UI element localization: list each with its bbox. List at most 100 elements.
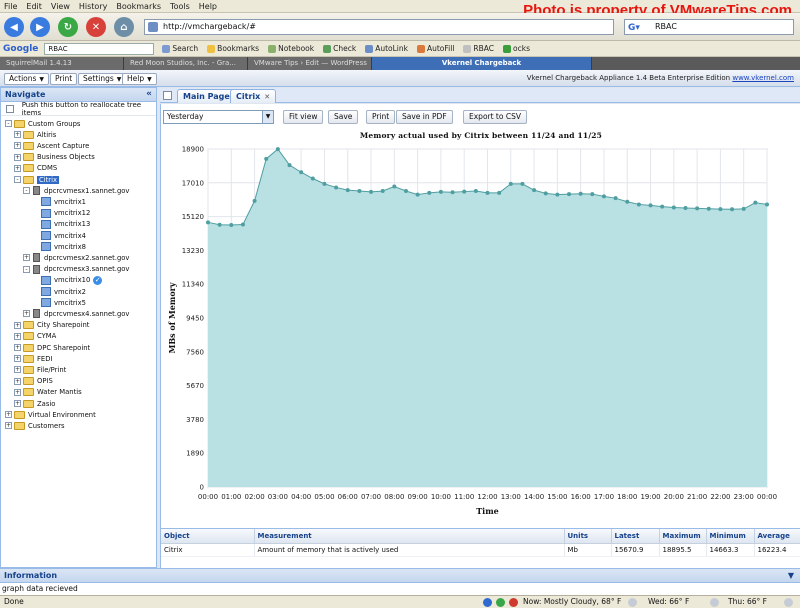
toolbar-check[interactable]: Check: [323, 44, 356, 53]
collapse-toggle-icon[interactable]: -: [14, 176, 21, 183]
tree-item[interactable]: + Water Mantis: [14, 387, 82, 398]
browser-search-input[interactable]: G▾ RBAC: [624, 19, 794, 35]
tab-checkbox[interactable]: [163, 91, 172, 100]
toolbar-notebook[interactable]: Notebook: [268, 44, 314, 53]
expand-toggle-icon[interactable]: +: [14, 344, 21, 351]
browser-tab-chargeback[interactable]: Vkernel Chargeback: [372, 57, 592, 70]
tree-item[interactable]: vmcitrix5: [32, 297, 86, 308]
tree-item[interactable]: vmcitrix10 ✓: [32, 275, 103, 286]
expand-toggle-icon[interactable]: +: [5, 411, 12, 419]
stop-icon[interactable]: ✕: [86, 17, 106, 37]
expand-toggle-icon[interactable]: +: [5, 422, 12, 430]
back-icon[interactable]: ◀: [4, 17, 24, 37]
menu-tools[interactable]: Tools: [170, 2, 190, 11]
tree-item[interactable]: vmcitrix4: [32, 230, 86, 241]
expand-toggle-icon[interactable]: +: [14, 366, 21, 374]
tree-item[interactable]: + FEDI: [14, 353, 52, 364]
tree-item-label: vmcitrix4: [54, 231, 86, 240]
tree-item[interactable]: + Business Objects: [14, 152, 95, 163]
tree-item[interactable]: + DPC Sharepoint: [14, 342, 90, 353]
tree-item[interactable]: + File/Print: [14, 364, 66, 375]
toolbar-autofill[interactable]: AutoFill: [416, 44, 454, 53]
tree-item[interactable]: - dpcrcvmesx1.sannet.gov: [23, 185, 129, 196]
tree-item[interactable]: + Ascent Capture: [14, 140, 89, 151]
tree-item[interactable]: + dpcrcvmesx4.sannet.gov: [23, 308, 129, 319]
google-toolbar-input[interactable]: RBAC: [44, 42, 155, 55]
tree-item[interactable]: - Custom Groups: [5, 118, 80, 129]
tree-item[interactable]: + Customers: [5, 420, 65, 431]
collapse-toggle-icon[interactable]: -: [23, 187, 30, 195]
col-units[interactable]: Units: [564, 529, 612, 544]
expand-toggle-icon[interactable]: +: [23, 254, 30, 262]
adblock-icon[interactable]: [496, 598, 505, 607]
tree-item[interactable]: vmcitrix8: [32, 241, 86, 252]
tree-item[interactable]: vmcitrix2: [32, 286, 86, 297]
browser-tab-wordpress[interactable]: VMware Tips › Edit — WordPress: [248, 57, 372, 70]
col-average[interactable]: Average: [754, 529, 800, 544]
col-maximum[interactable]: Maximum: [659, 529, 707, 544]
tree-item[interactable]: + CDMS: [14, 163, 57, 174]
tab-main-page[interactable]: Main Page: [177, 89, 236, 103]
help-button[interactable]: Help ▼: [122, 73, 157, 85]
browser-tab-redmoon[interactable]: Red Moon Studios, Inc. - Gra...: [124, 57, 248, 70]
tree-item[interactable]: + dpcrcvmesx2.sannet.gov: [23, 252, 129, 263]
tree-item[interactable]: + City Sharepoint: [14, 320, 89, 331]
toolbar-blocks[interactable]: ocks: [503, 44, 530, 53]
tree-item[interactable]: + CYMA: [14, 331, 56, 342]
expand-toggle-icon[interactable]: +: [14, 131, 21, 139]
tree-item[interactable]: vmcitrix12: [32, 208, 90, 219]
toolbar-autolink[interactable]: AutoLink: [365, 44, 408, 53]
collapse-toggle-icon[interactable]: -: [5, 120, 12, 127]
expand-toggle-icon[interactable]: +: [14, 142, 21, 150]
tree-item[interactable]: vmcitrix1: [32, 196, 86, 207]
expand-toggle-icon[interactable]: +: [14, 332, 21, 340]
collapse-left-icon[interactable]: «: [146, 88, 152, 101]
col-object[interactable]: Object: [161, 529, 255, 544]
tree-item[interactable]: + OPIS: [14, 376, 53, 387]
col-measurement[interactable]: Measurement: [254, 529, 565, 544]
expand-toggle-icon[interactable]: +: [14, 321, 21, 329]
toolbar-rbac[interactable]: RBAC: [463, 44, 494, 53]
reload-icon[interactable]: ↻: [58, 17, 78, 37]
expand-toggle-icon[interactable]: +: [23, 310, 30, 318]
col-minimum[interactable]: Minimum: [706, 529, 755, 544]
expand-toggle-icon[interactable]: +: [14, 153, 21, 161]
reallocate-checkbox[interactable]: [6, 104, 14, 113]
expand-toggle-icon[interactable]: +: [14, 388, 21, 396]
actions-button[interactable]: Actions ▼: [4, 73, 50, 85]
tree-item[interactable]: vmcitrix13: [32, 219, 90, 230]
home-icon[interactable]: ⌂: [114, 17, 134, 37]
forward-icon[interactable]: ▶: [30, 17, 50, 37]
expand-toggle-icon[interactable]: +: [14, 355, 21, 363]
tab-citrix[interactable]: Citrix ✕: [230, 89, 277, 103]
expand-toggle-icon[interactable]: +: [14, 377, 21, 385]
menu-file[interactable]: File: [4, 2, 17, 11]
settings-button[interactable]: Settings ▼: [78, 73, 127, 85]
tree-item[interactable]: + Zasio: [14, 398, 55, 409]
toolbar-bookmarks[interactable]: Bookmarks: [207, 44, 259, 53]
toolbar-search[interactable]: Search: [162, 44, 198, 53]
menu-bookmarks[interactable]: Bookmarks: [116, 2, 161, 11]
close-icon[interactable]: ✕: [264, 93, 270, 101]
tree-item[interactable]: - dpcrcvmesx3.sannet.gov: [23, 264, 129, 275]
expand-toggle-icon[interactable]: +: [14, 164, 21, 172]
collapse-toggle-icon[interactable]: -: [23, 265, 30, 273]
expand-toggle-icon[interactable]: +: [14, 400, 21, 407]
reallocate-row[interactable]: Push this button to reallocate tree item…: [1, 101, 156, 117]
menu-view[interactable]: View: [51, 2, 70, 11]
collapse-down-icon[interactable]: ▼: [788, 569, 794, 582]
tree-item[interactable]: + Virtual Environment: [5, 409, 96, 420]
noscript-icon[interactable]: [509, 598, 518, 607]
print-app-button[interactable]: Print: [50, 73, 78, 85]
menu-history[interactable]: History: [79, 2, 107, 11]
url-input[interactable]: http://vmchargeback/#: [144, 19, 614, 35]
vkernel-link[interactable]: www.vkernel.com: [732, 74, 794, 82]
col-latest[interactable]: Latest: [611, 529, 660, 544]
tree-item[interactable]: - Citrix: [14, 174, 60, 185]
menu-edit[interactable]: Edit: [26, 2, 42, 11]
table-row[interactable]: Citrix Amount of memory that is actively…: [161, 543, 800, 557]
menu-help[interactable]: Help: [199, 2, 217, 11]
security-icon[interactable]: [483, 598, 492, 607]
browser-tab-squirrelmail[interactable]: SquirrelMail 1.4.13: [0, 57, 124, 70]
tree-item[interactable]: + Altiris: [14, 129, 56, 140]
